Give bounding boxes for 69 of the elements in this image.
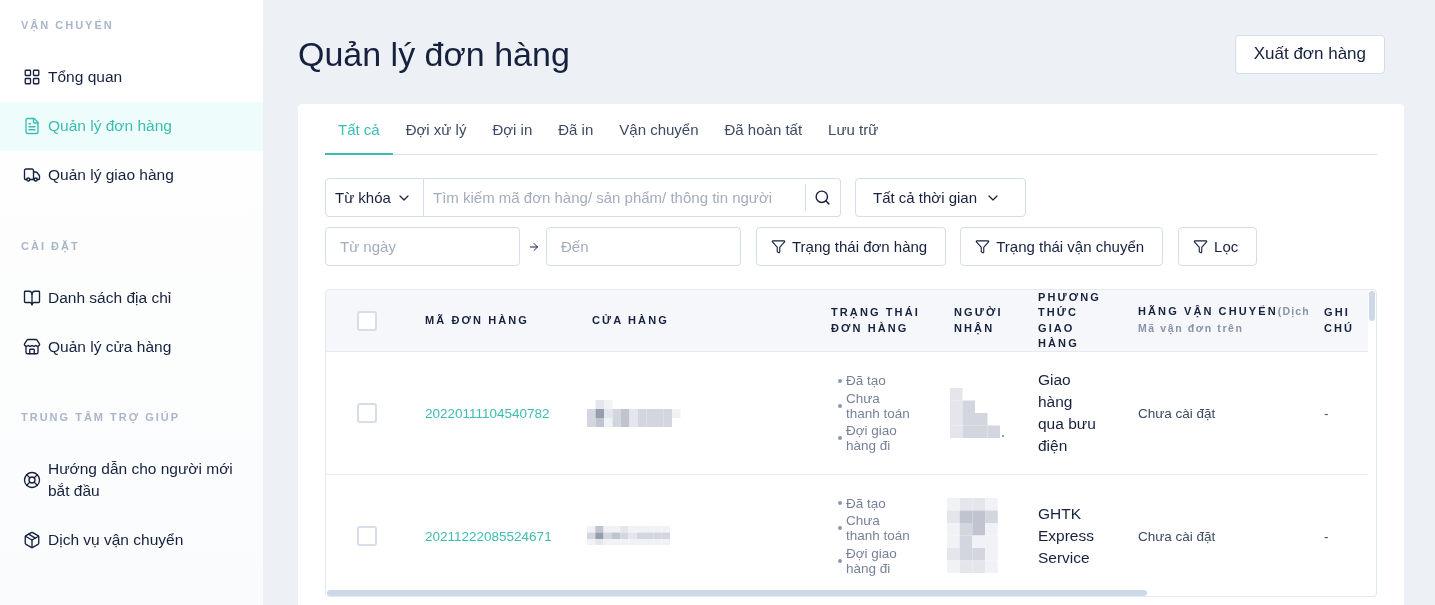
column-header: CỬA HÀNG	[592, 312, 670, 328]
column-header: PHƯƠNG THỨC GIAO HÀNG	[1038, 290, 1102, 351]
status-text: Đã tạo	[846, 495, 886, 511]
checkbox[interactable]	[357, 310, 377, 331]
sidebar-section-title: VẬN CHUYỂN	[20, 18, 115, 33]
column-header: TRẠNG THÁI ĐƠN HÀNG	[831, 305, 921, 336]
tab[interactable]: Đợi in	[479, 104, 546, 155]
filter-icon	[975, 239, 991, 254]
grid-icon	[23, 68, 41, 86]
checkbox[interactable]	[357, 403, 377, 423]
note-text: -	[1324, 528, 1329, 544]
keyword-dropdown[interactable]: Từ khóa	[325, 178, 424, 217]
sidebar-section-title: CÀI ĐẶT	[20, 238, 81, 254]
status-text: Chưa thanh toán	[846, 390, 911, 421]
column-header: GHI CHÚ	[1324, 305, 1356, 336]
note-text: -	[1324, 406, 1329, 421]
sidebar-item[interactable]: Quản lý cửa hàng	[0, 322, 263, 371]
tab[interactable]: Vận chuyển	[606, 104, 712, 155]
document-icon	[23, 117, 41, 135]
column-subtitle: Mã vận đơn trên	[1138, 321, 1245, 337]
status-text: Đợi giao hàng đi	[846, 545, 898, 576]
bullet-icon	[838, 526, 842, 530]
scrollbar-thumb[interactable]	[1369, 291, 1375, 321]
column-header: HÃNG VẬN CHUYỂN(Dịch	[1138, 303, 1307, 320]
status-text: Đợi giao hàng đi	[846, 423, 898, 453]
time-range-dropdown[interactable]: Tất cả thời gian	[855, 178, 1026, 217]
page-title: Quản lý đơn hàng	[298, 34, 570, 74]
sidebar-item[interactable]: Tổng quan	[0, 52, 263, 102]
sidebar-item[interactable]: Danh sách địa chỉ	[0, 273, 263, 322]
search-icon	[814, 189, 831, 206]
filter-icon	[1193, 239, 1209, 254]
tab[interactable]: Lưu trữ	[815, 104, 892, 155]
filter-icon	[771, 239, 786, 254]
sidebar-item[interactable]: Quản lý giao hàng	[0, 150, 263, 200]
store-icon	[23, 337, 41, 356]
tab[interactable]: Đã in	[545, 104, 607, 155]
tab[interactable]: Đã hoàn tất	[711, 104, 816, 155]
date-from-field[interactable]: Từ ngày	[325, 227, 520, 266]
package-icon	[23, 531, 41, 549]
status-text: Chưa thanh toán	[846, 513, 911, 543]
lifebuoy-icon	[23, 471, 41, 489]
bullet-icon	[838, 436, 842, 440]
sidebar-section-title: TRUNG TÂM TRỢ GIÚP	[20, 410, 182, 425]
export-button[interactable]: Xuất đơn hàng	[1234, 34, 1385, 74]
bullet-icon	[838, 403, 842, 408]
search-button[interactable]	[805, 178, 841, 217]
filter-button[interactable]: Trạng thái đơn hàng	[756, 227, 947, 266]
filter-button[interactable]: Lọc	[1178, 227, 1258, 266]
column-header: NGƯỜI NHẬN	[954, 305, 1004, 336]
delivery-method: Giao hàng qua bưu điện	[1038, 370, 1097, 456]
bullet-icon	[838, 501, 842, 505]
tab[interactable]: Đợi xử lý	[392, 104, 480, 155]
delivery-method: GHTK Express Service	[1038, 503, 1095, 568]
sidebar-item[interactable]: Dịch vụ vận chuyển	[0, 515, 263, 565]
carrier-status: Chưa cài đặt	[1138, 528, 1216, 544]
book-icon	[23, 288, 41, 307]
filter-button[interactable]: Trạng thái vận chuyển	[960, 227, 1164, 266]
checkbox[interactable]	[357, 525, 377, 546]
bullet-icon	[838, 378, 842, 383]
bullet-icon	[838, 558, 842, 563]
arrow-right-icon	[528, 240, 540, 253]
search-field[interactable]: Tìm kiếm mã đơn hàng/ sản phẩm/ thông tin người	[424, 178, 805, 217]
sidebar-item[interactable]: Hướng dẫn cho người mới bắt đầu	[0, 444, 263, 516]
status-text: Đã tạo	[846, 373, 886, 388]
column-header: MÃ ĐƠN HÀNG	[425, 312, 530, 328]
scrollbar-thumb[interactable]	[327, 590, 1147, 596]
date-to-field[interactable]: Đến	[546, 227, 741, 266]
truck-icon	[23, 166, 41, 184]
carrier-status: Chưa cài đặt	[1138, 406, 1216, 421]
